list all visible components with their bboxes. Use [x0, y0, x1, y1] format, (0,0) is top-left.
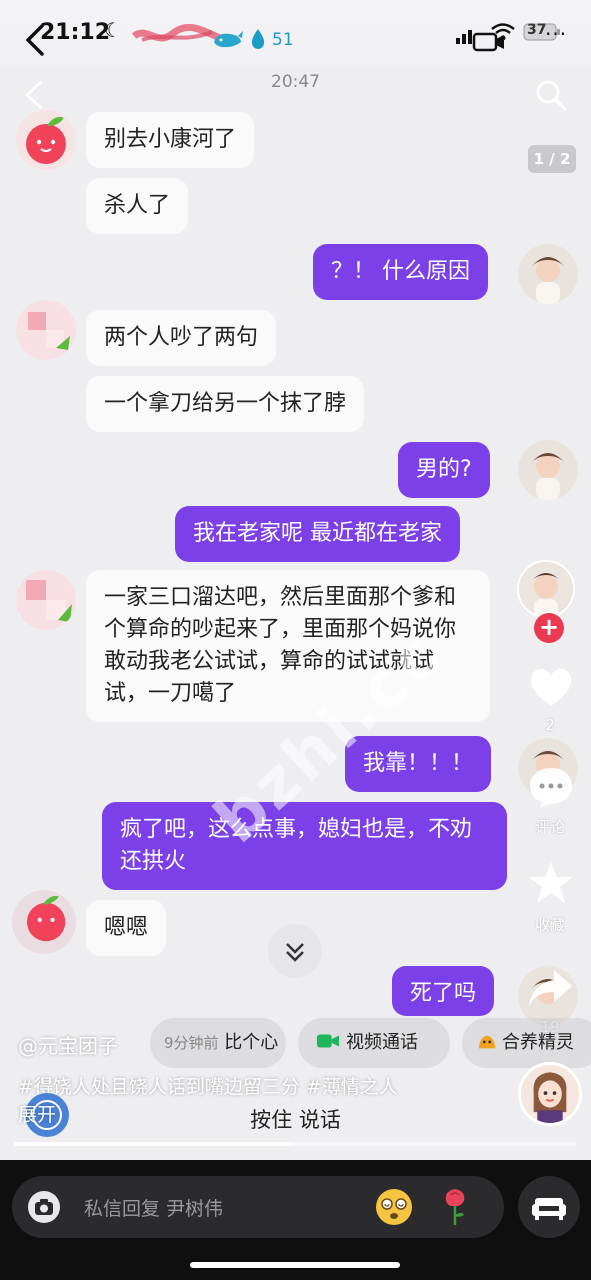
message-bubble: 男的?	[398, 442, 490, 498]
hold-to-talk[interactable]: 按住 说话	[0, 1104, 591, 1134]
clock: 21:12	[40, 20, 111, 45]
message-bubble: ？！ 什么原因	[313, 244, 488, 300]
video-camera-icon	[316, 1034, 340, 1048]
contact-avatar-apple	[12, 890, 76, 954]
quick-chip-label: 比个心	[224, 1032, 279, 1053]
home-indicator	[190, 1262, 400, 1268]
water-drop-icon	[251, 29, 265, 49]
quick-chip-heart[interactable]: 9分钟前 比个心	[150, 1018, 286, 1068]
dizzy-emoji-icon[interactable]	[374, 1187, 414, 1227]
like-count: 2	[545, 716, 555, 734]
quick-chip-video-call[interactable]: 视频通话	[298, 1018, 450, 1068]
pet-icon	[478, 1035, 496, 1049]
quick-chip-pet[interactable]: 合养精灵	[462, 1018, 591, 1068]
whale-icon	[214, 31, 243, 48]
message-bubble: 一个拿刀给另一个抹了脖	[86, 376, 365, 432]
creator-avatar[interactable]	[517, 560, 575, 618]
message-bubble: 嗯嗯	[86, 900, 167, 956]
page-indicator: 1 / 2	[528, 145, 576, 173]
double-chevron-down-icon	[286, 943, 304, 962]
wifi-icon	[491, 23, 515, 41]
moon-icon: ☾	[104, 18, 122, 42]
message-bubble: 两个人吵了两句	[86, 310, 277, 366]
heart-icon[interactable]	[526, 664, 576, 710]
message-bubble: 死了吗	[392, 966, 495, 1016]
comment-label: 评论	[534, 818, 565, 836]
drop-count: 51	[272, 30, 294, 50]
message-bubble: 疯了吧，这么点事，媳妇也是，不劝还拱火	[102, 802, 507, 890]
message-bubble: 我在老家呢 最近都在老家	[175, 506, 460, 562]
favorite-label: 收藏	[534, 916, 565, 934]
follow-plus-button[interactable]: +	[534, 613, 564, 643]
user-avatar	[518, 440, 578, 500]
user-avatar	[518, 244, 578, 304]
timestamp-label: 9分钟前	[164, 1034, 219, 1052]
search-icon[interactable]	[534, 78, 568, 112]
more-dots-icon[interactable]: ···	[545, 22, 567, 46]
video-progress-fill	[14, 1142, 290, 1146]
contact-avatar-apple	[16, 110, 76, 170]
rose-icon[interactable]	[440, 1185, 470, 1227]
camera-icon[interactable]	[27, 1190, 61, 1224]
star-icon[interactable]	[526, 860, 576, 906]
status-bar: 21:12 ☾ 51 37 ···	[0, 0, 591, 66]
share-icon[interactable]	[526, 966, 576, 1012]
chat-timestamp: 20:47	[271, 72, 320, 92]
contact-avatar-pixelated	[16, 300, 76, 360]
redacted-name-scribble	[132, 24, 222, 42]
music-disc-avatar[interactable]	[518, 1062, 582, 1126]
quick-chip-label: 合养精灵	[502, 1032, 574, 1053]
sofa-icon	[532, 1198, 566, 1220]
contact-avatar-pixelated	[16, 570, 76, 630]
comment-icon[interactable]	[526, 764, 576, 810]
quick-chip-label: 视频通话	[346, 1032, 418, 1053]
message-bubble: 别去小康河了	[86, 112, 255, 168]
author-name[interactable]: @元宝团子	[18, 1030, 118, 1059]
scroll-down-button[interactable]	[268, 924, 322, 978]
battery-level: 37	[527, 22, 547, 38]
sofa-button[interactable]	[518, 1176, 580, 1238]
reply-placeholder: 私信回复 尹树伟	[84, 1198, 224, 1220]
video-caption[interactable]: #得饶人处且饶人话到嘴边留三分 #薄情之人	[18, 1072, 498, 1099]
message-bubble: 杀人了	[86, 178, 189, 234]
